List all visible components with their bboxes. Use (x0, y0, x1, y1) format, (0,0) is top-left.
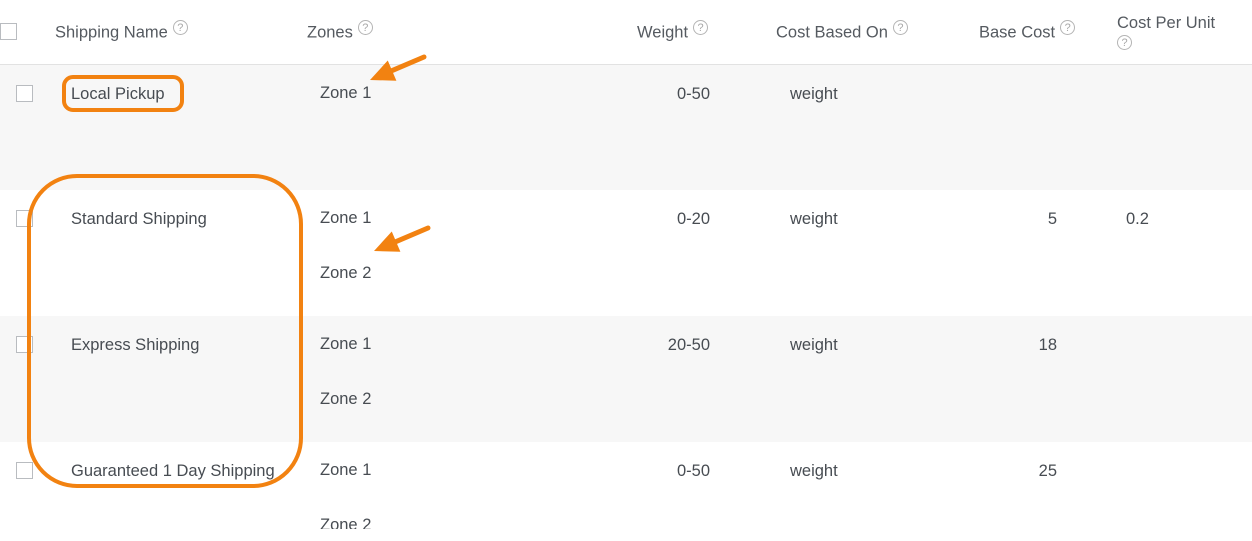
cell-weight[interactable]: 20-50 (637, 316, 776, 442)
column-header-cost-based-on[interactable]: Cost Based On? (776, 0, 979, 65)
cell-cost-per-unit[interactable]: 0.2 (1117, 190, 1252, 316)
table-row[interactable]: Local Pickup Zone 1 0-50 weight (0, 64, 1252, 190)
zone-label: Zone 1 (320, 83, 372, 102)
column-header-cost-per-unit[interactable]: Cost Per Unit? (1117, 0, 1252, 65)
shipping-methods-table: Shipping Name? Zones? Weight? Cost Based… (0, 0, 1252, 541)
row-select-cell (0, 64, 55, 190)
table-bottom-edge (0, 529, 1252, 541)
column-header-zones-label: Zones (307, 23, 353, 42)
row-checkbox[interactable] (16, 462, 33, 479)
column-header-cost-per-unit-label: Cost Per Unit (1117, 14, 1216, 33)
column-header-shipping-name[interactable]: Shipping Name? (55, 0, 307, 65)
cell-zones[interactable]: Zone 1 Zone 2 (307, 442, 637, 541)
cell-cost-per-unit[interactable] (1117, 316, 1252, 442)
row-select-cell (0, 442, 55, 541)
help-circle-icon-weight[interactable]: ? (693, 19, 709, 35)
cell-base-cost[interactable]: 5 (979, 190, 1117, 316)
cell-base-cost[interactable] (979, 64, 1117, 190)
help-circle-icon-shipping-name[interactable]: ? (172, 19, 188, 35)
table-row[interactable]: Express Shipping Zone 1 Zone 2 20-50 weight 1… (0, 316, 1252, 442)
cell-shipping-name[interactable]: Standard Shipping (55, 190, 307, 316)
cell-zones[interactable]: Zone 1 (307, 64, 637, 190)
help-circle-icon-cost-per-unit[interactable]: ? (1117, 35, 1132, 51)
cell-cost-based-on[interactable]: weight (776, 64, 979, 190)
help-circle-icon-zones[interactable]: ? (357, 19, 373, 35)
column-header-weight[interactable]: Weight? (637, 0, 776, 65)
help-circle-icon-cost-based-on[interactable]: ? (892, 19, 908, 35)
column-header-base-cost-label: Base Cost (979, 23, 1056, 42)
column-header-weight-label: Weight (637, 23, 689, 42)
cell-zones[interactable]: Zone 1 Zone 2 (307, 190, 637, 316)
shipping-methods-table-screenshot: Shipping Name? Zones? Weight? Cost Based… (0, 0, 1252, 541)
column-header-zones[interactable]: Zones? (307, 0, 637, 65)
zone-label: Zone 2 (320, 389, 372, 408)
table-row[interactable]: Guaranteed 1 Day Shipping Zone 1 Zone 2 0-5… (0, 442, 1252, 541)
cell-cost-based-on[interactable]: weight (776, 190, 979, 316)
cell-shipping-name[interactable]: Guaranteed 1 Day Shipping (55, 442, 307, 541)
table-row[interactable]: Standard Shipping Zone 1 Zone 2 0-20 weight 5… (0, 190, 1252, 316)
cell-cost-based-on[interactable]: weight (776, 442, 979, 541)
header-row: Shipping Name? Zones? Weight? Cost Based… (0, 0, 1252, 65)
row-checkbox[interactable] (16, 84, 33, 102)
cell-cost-based-on[interactable]: weight (776, 316, 979, 442)
zone-label: Zone 1 (320, 461, 372, 479)
row-select-cell (0, 316, 55, 442)
help-circle-icon-base-cost[interactable]: ? (1060, 19, 1076, 35)
row-select-cell (0, 190, 55, 316)
column-header-select-all (0, 0, 55, 65)
table-header: Shipping Name? Zones? Weight? Cost Based… (0, 0, 1252, 65)
cell-weight[interactable]: 0-50 (637, 442, 776, 541)
zone-label: Zone 1 (320, 335, 372, 353)
cell-weight[interactable]: 0-50 (637, 64, 776, 190)
cell-weight[interactable]: 0-20 (637, 190, 776, 316)
cell-base-cost[interactable]: 18 (979, 316, 1117, 442)
cell-base-cost[interactable]: 25 (979, 442, 1117, 541)
cell-shipping-name[interactable]: Express Shipping (55, 316, 307, 442)
table-body: Local Pickup Zone 1 0-50 weight Standard Shi… (0, 64, 1252, 541)
select-all-checkbox[interactable] (0, 23, 17, 41)
column-header-shipping-name-label: Shipping Name (55, 23, 168, 42)
column-header-base-cost[interactable]: Base Cost? (979, 0, 1117, 65)
cell-cost-per-unit[interactable] (1117, 64, 1252, 190)
cell-shipping-name[interactable]: Local Pickup (55, 64, 307, 190)
row-checkbox[interactable] (16, 210, 33, 227)
zone-label: Zone 2 (320, 263, 372, 282)
cell-cost-per-unit[interactable] (1117, 442, 1252, 541)
column-header-cost-based-on-label: Cost Based On (776, 23, 888, 42)
zone-label: Zone 1 (320, 209, 372, 227)
row-checkbox[interactable] (16, 336, 33, 353)
cell-zones[interactable]: Zone 1 Zone 2 (307, 316, 637, 442)
